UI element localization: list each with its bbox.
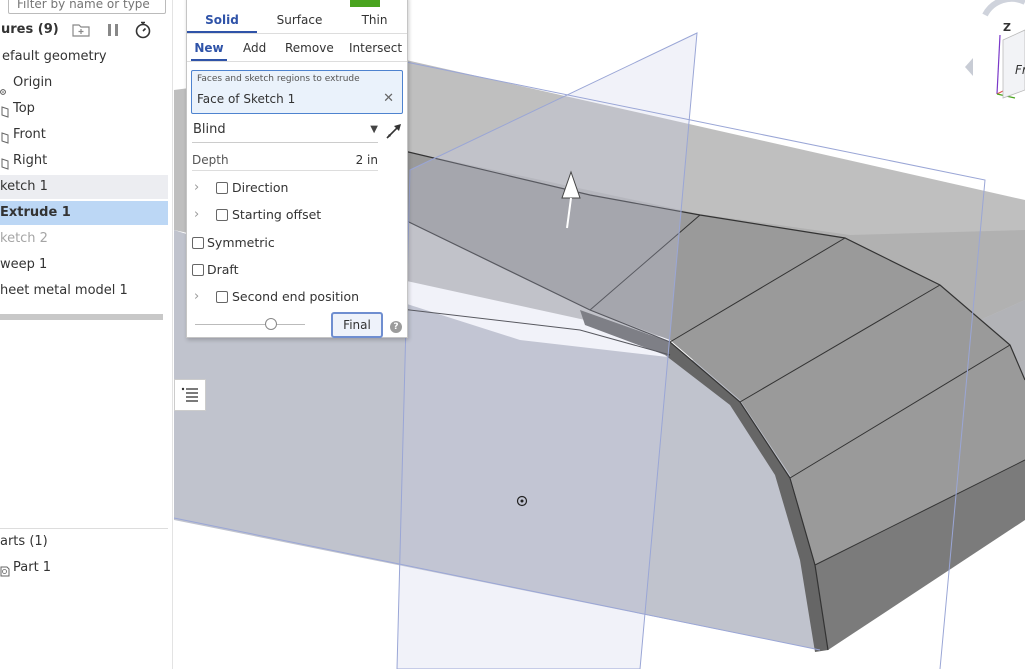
tree-item-part-1[interactable]: Part 1 xyxy=(0,556,168,580)
flip-direction-icon[interactable] xyxy=(384,121,404,141)
extrude-dialog: Solid Surface Thin New Add Remove Inters… xyxy=(186,0,408,338)
feature-list-panel: ures (9) efault geometry Origin Top Fron… xyxy=(0,0,173,669)
parts-divider xyxy=(0,528,168,529)
chevron-right-icon[interactable]: › xyxy=(194,289,199,304)
tree-item-right[interactable]: Right xyxy=(0,149,168,173)
direction-checkbox[interactable] xyxy=(216,182,228,194)
z-axis-label: Z xyxy=(1003,21,1011,34)
pause-icon[interactable] xyxy=(104,21,122,39)
faces-value: Face of Sketch 1 xyxy=(197,92,296,106)
chevron-down-icon: ▼ xyxy=(370,124,378,135)
chevron-right-icon[interactable]: › xyxy=(194,207,199,222)
tree-item-default-geometry[interactable]: efault geometry xyxy=(0,45,168,69)
feature-list-toggle-button[interactable] xyxy=(174,379,206,411)
list-icon xyxy=(181,387,198,402)
features-title: ures (9) xyxy=(1,22,59,37)
chevron-right-icon[interactable]: › xyxy=(194,180,199,195)
operation-tabs: New Add Remove Intersect xyxy=(187,35,407,62)
depth-label: Depth xyxy=(192,153,229,167)
plane-icon xyxy=(0,103,10,118)
tree-item-sweep-1[interactable]: weep 1 xyxy=(0,253,168,277)
z-axis xyxy=(996,34,1001,95)
filter-input[interactable] xyxy=(15,0,159,12)
tab-intersect[interactable]: Intersect xyxy=(349,35,402,61)
plane-icon xyxy=(0,155,10,170)
stopwatch-icon[interactable] xyxy=(134,21,152,39)
origin-marker-dot xyxy=(520,499,524,503)
final-button[interactable]: Final xyxy=(331,312,383,338)
body-type-tabs: Solid Surface Thin xyxy=(187,7,407,34)
origin-icon xyxy=(0,80,6,95)
tab-solid[interactable]: Solid xyxy=(187,7,257,33)
tree-item-origin[interactable]: Origin xyxy=(0,71,168,95)
clear-selection-icon[interactable]: ✕ xyxy=(383,91,394,106)
tree-item-sketch-1[interactable]: ketch 1 xyxy=(0,175,168,199)
tree-item-extrude-1[interactable]: Extrude 1 xyxy=(0,201,168,225)
filter-field[interactable] xyxy=(8,0,166,14)
faces-selection-field[interactable]: Faces and sketch regions to extrude Face… xyxy=(191,70,403,114)
horizontal-scrollbar[interactable] xyxy=(0,314,163,320)
tree-item-top[interactable]: Top xyxy=(0,97,168,121)
view-cube-face-label: Fr xyxy=(1015,63,1025,77)
add-folder-icon[interactable] xyxy=(72,21,90,39)
symmetric-checkbox[interactable] xyxy=(192,237,204,249)
view-cube-rotate-arc[interactable] xyxy=(982,0,1025,17)
option-symmetric[interactable]: Symmetric xyxy=(192,234,397,254)
draft-checkbox[interactable] xyxy=(192,264,204,276)
tab-remove[interactable]: Remove xyxy=(285,35,334,61)
end-type-value: Blind xyxy=(193,122,226,137)
second-end-checkbox[interactable] xyxy=(216,291,228,303)
starting-offset-checkbox[interactable] xyxy=(216,209,228,221)
features-header: ures (9) xyxy=(0,20,172,40)
tab-new[interactable]: New xyxy=(191,35,227,61)
tab-surface[interactable]: Surface xyxy=(262,7,337,33)
end-type-select[interactable]: Blind ▼ xyxy=(192,120,378,143)
tab-add[interactable]: Add xyxy=(243,35,266,61)
accept-checkmark-button[interactable] xyxy=(350,0,380,7)
option-starting-offset[interactable]: › Starting offset xyxy=(192,206,397,226)
tree-item-sketch-2[interactable]: ketch 2 xyxy=(0,227,168,251)
option-draft[interactable]: Draft xyxy=(192,261,397,281)
tree-item-sheet-metal-model-1[interactable]: heet metal model 1 xyxy=(0,279,168,303)
tree-item-front[interactable]: Front xyxy=(0,123,168,147)
depth-field[interactable]: Depth 2 in xyxy=(192,150,378,171)
view-cube-left-arrow-icon[interactable] xyxy=(965,58,973,76)
option-second-end-position[interactable]: › Second end position xyxy=(192,288,397,308)
depth-value: 2 in xyxy=(355,153,378,167)
help-icon[interactable]: ? xyxy=(390,321,402,333)
parts-header[interactable]: arts (1) xyxy=(0,530,168,554)
tab-thin[interactable]: Thin xyxy=(342,7,407,33)
part-icon xyxy=(0,562,10,577)
faces-label: Faces and sketch regions to extrude xyxy=(197,74,360,84)
rollback-slider-handle[interactable] xyxy=(265,318,277,330)
option-direction[interactable]: › Direction xyxy=(192,179,397,199)
plane-icon xyxy=(0,129,10,144)
rollback-slider-track[interactable] xyxy=(195,324,305,325)
